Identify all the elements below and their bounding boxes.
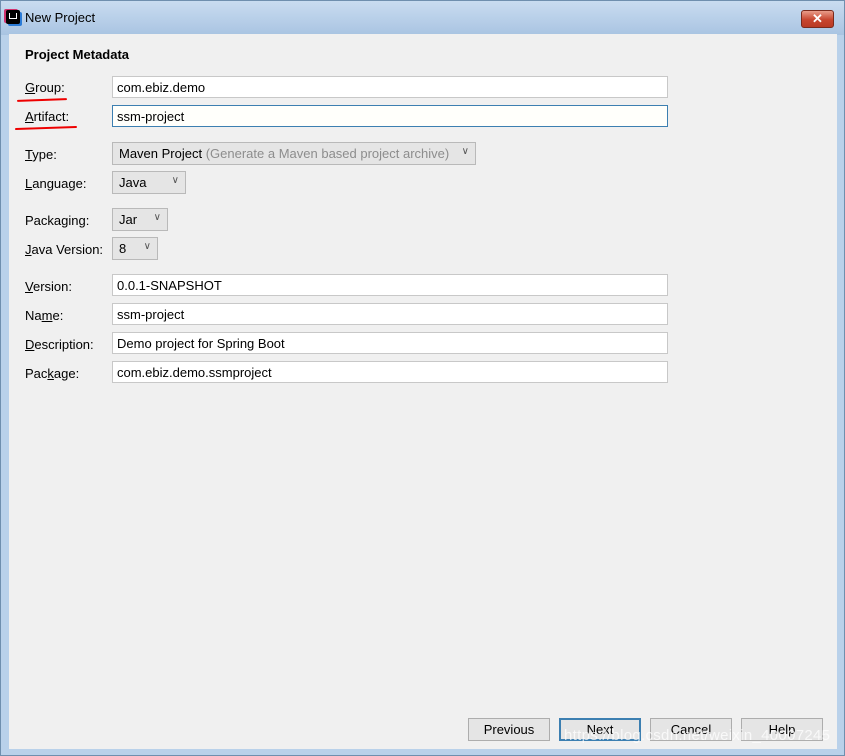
next-button[interactable]: Next (559, 718, 641, 741)
new-project-dialog: New Project ✕ Project Metadata Group: Ar… (0, 0, 845, 756)
version-label: Version: (25, 279, 72, 294)
java-version-label: Java Version: (25, 242, 104, 257)
package-label: Package: (25, 366, 80, 381)
artifact-label: Artifact: (25, 109, 70, 124)
close-button[interactable]: ✕ (801, 10, 834, 28)
section-title: Project Metadata (25, 47, 130, 62)
red-annotation-underline (14, 125, 78, 131)
group-input[interactable] (112, 76, 668, 98)
name-label: Name: (25, 308, 64, 323)
name-input[interactable] (112, 303, 668, 325)
intellij-app-icon (6, 10, 20, 24)
language-select[interactable]: Java ∨ (112, 171, 186, 194)
type-label: Type: (25, 147, 57, 162)
java-version-value: 8 (119, 241, 127, 256)
dialog-content: Project Metadata Group: Artifact: Type: … (9, 34, 837, 749)
red-annotation-underline (16, 98, 68, 102)
language-value: Java (119, 175, 147, 190)
title-bar: New Project ✕ (1, 1, 844, 35)
type-value: Maven Project (119, 146, 203, 161)
version-input[interactable] (112, 274, 668, 296)
cancel-button[interactable]: Cancel (650, 718, 732, 741)
artifact-input[interactable] (112, 105, 668, 127)
package-input[interactable] (112, 361, 668, 383)
packaging-value: Jar (119, 212, 138, 227)
help-button[interactable]: Help (741, 718, 823, 741)
type-hint: (Generate a Maven based project archive) (205, 146, 450, 161)
language-label: Language: (25, 176, 87, 191)
description-label: Description: (25, 337, 94, 352)
window-title: New Project (25, 10, 96, 25)
chevron-down-icon: ∨ (171, 175, 179, 186)
packaging-label: Packaging: (25, 213, 90, 228)
description-input[interactable] (112, 332, 668, 354)
chevron-down-icon: ∨ (143, 241, 151, 252)
java-version-select[interactable]: 8 ∨ (112, 237, 158, 260)
group-label: Group: (25, 80, 65, 95)
chevron-down-icon: ∨ (153, 212, 161, 223)
packaging-select[interactable]: Jar ∨ (112, 208, 168, 231)
type-select[interactable]: Maven Project (Generate a Maven based pr… (112, 142, 476, 165)
chevron-down-icon: ∨ (461, 146, 469, 157)
previous-button[interactable]: Previous (468, 718, 550, 741)
